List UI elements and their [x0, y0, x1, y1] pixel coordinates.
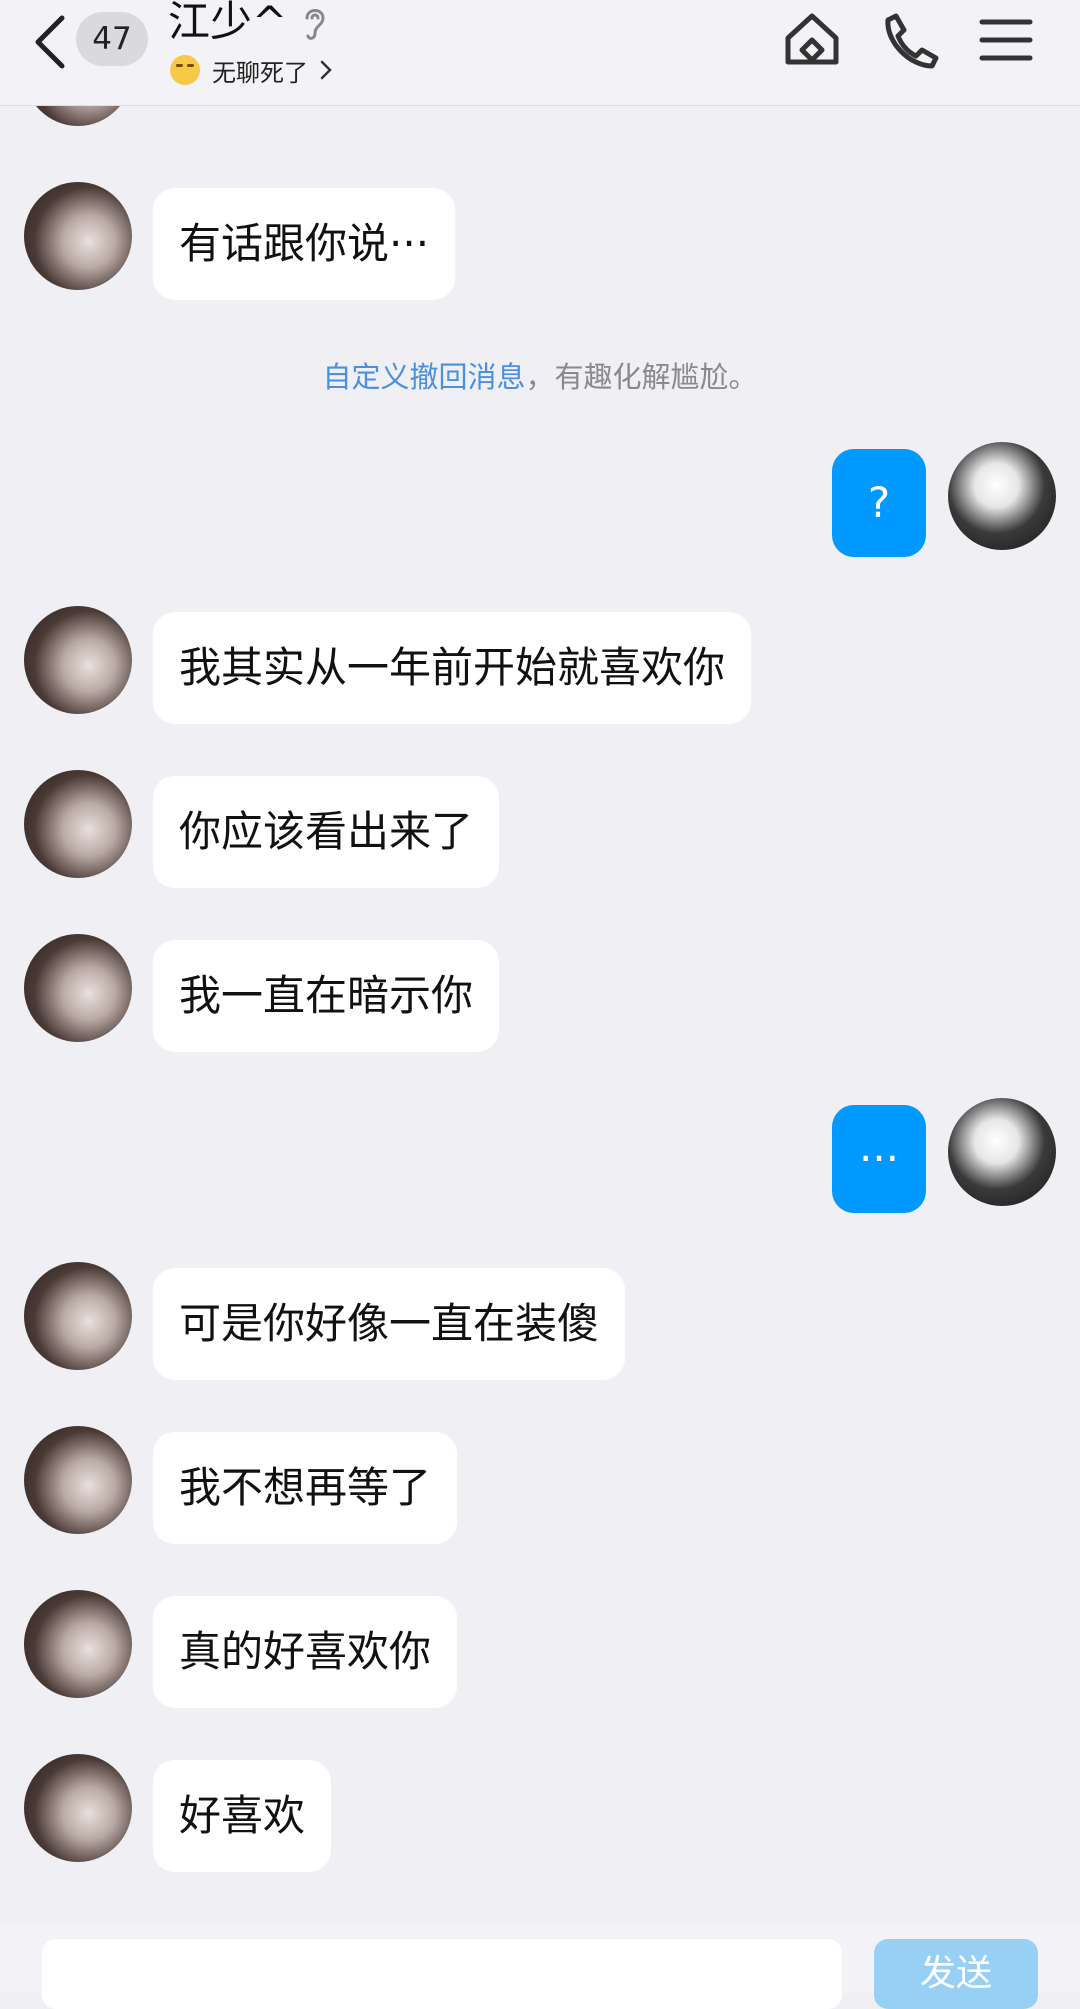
message-bubble[interactable]: 可是你好像一直在装傻	[153, 1268, 626, 1380]
message-bubble[interactable]: 我一直在暗示你	[153, 940, 500, 1052]
ear-icon	[305, 9, 325, 40]
send-button[interactable]: 发送	[874, 1939, 1038, 2009]
home-icon[interactable]	[780, 8, 844, 72]
contact-avatar[interactable]	[24, 770, 132, 878]
chat-header: 47 江少^ 无聊死了	[0, 0, 1080, 106]
contact-avatar[interactable]	[24, 1262, 132, 1370]
unread-count-badge[interactable]: 47	[76, 12, 148, 66]
message-bubble[interactable]: 我其实从一年前开始就喜欢你	[153, 612, 752, 724]
message-bubble[interactable]: 有话跟你说···	[153, 188, 456, 300]
emoji-icon	[170, 55, 200, 85]
message-bubble[interactable]: 真的好喜欢你	[153, 1596, 458, 1708]
status-text: 无聊死了	[212, 58, 308, 87]
my-avatar[interactable]	[948, 1098, 1056, 1206]
contact-name[interactable]: 江少^	[168, 0, 287, 50]
system-note: 自定义撤回消息，有趣化解尴尬。	[0, 354, 1080, 396]
menu-icon[interactable]	[974, 8, 1038, 72]
back-arrow-icon[interactable]	[28, 12, 72, 72]
my-message-bubble[interactable]: ?	[832, 449, 926, 557]
contact-avatar[interactable]	[24, 1590, 132, 1698]
composer-bar: 发送	[0, 1925, 1080, 2009]
my-avatar[interactable]	[948, 442, 1056, 550]
message-bubble[interactable]: 好喜欢	[153, 1760, 332, 1872]
message-input[interactable]	[42, 1939, 842, 2009]
contact-status[interactable]: 无聊死了	[170, 52, 334, 88]
message-bubble[interactable]: 你应该看出来了	[153, 776, 500, 888]
contact-avatar[interactable]	[24, 1754, 132, 1862]
contact-avatar[interactable]	[24, 182, 132, 290]
chevron-right-icon	[320, 60, 332, 80]
phone-icon[interactable]	[878, 8, 942, 72]
system-note-text: ，有趣化解尴尬。	[525, 360, 758, 394]
custom-recall-link[interactable]: 自定义撤回消息	[322, 360, 525, 394]
contact-avatar[interactable]	[24, 1426, 132, 1534]
contact-avatar[interactable]	[24, 606, 132, 714]
contact-avatar[interactable]	[24, 934, 132, 1042]
message-bubble[interactable]: 我不想再等了	[153, 1432, 458, 1544]
my-message-bubble[interactable]: ···	[832, 1105, 926, 1213]
